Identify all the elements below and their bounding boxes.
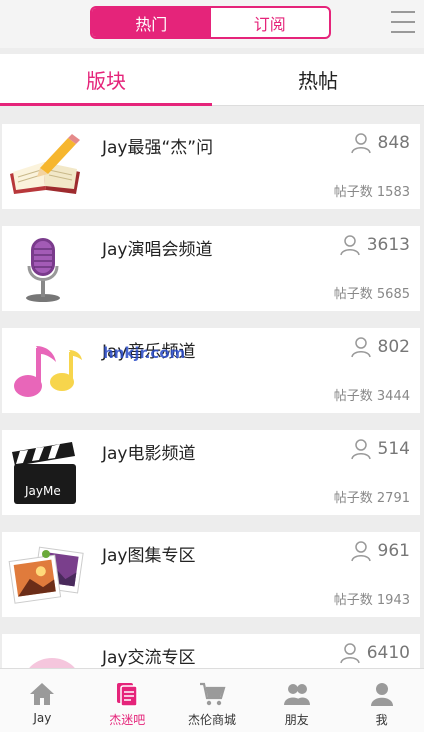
chat-bubble-icon [6, 642, 86, 668]
bottom-nav: Jay 杰迷吧 杰伦商城 朋友 我 [0, 668, 424, 732]
section-tabs: 版块 热帖 [0, 54, 424, 106]
friends-icon [283, 684, 310, 705]
member-count: 848 [350, 132, 410, 154]
watermark: hnkjr.com [103, 344, 186, 362]
hamburger-menu-icon[interactable] [391, 11, 415, 33]
nav-me[interactable]: 我 [339, 669, 424, 732]
cart-icon [199, 682, 226, 706]
forum-title: Jay电影频道 [102, 444, 196, 464]
nav-friends[interactable]: 朋友 [254, 669, 339, 732]
profile-icon [370, 683, 393, 706]
nav-mall[interactable]: 杰伦商城 [170, 669, 255, 732]
post-count: 帖子数 5685 [333, 287, 410, 302]
forum-title: Jay演唱会频道 [102, 240, 213, 260]
forum-title: Jay最强“杰”问 [102, 138, 214, 158]
photos-icon [6, 540, 86, 610]
member-count: 961 [350, 540, 410, 562]
forum-row-exchange[interactable]: Jay交流专区 6410 [2, 634, 420, 668]
forum-row-gallery[interactable]: Jay图集专区 961 帖子数 1943 [2, 532, 420, 617]
forum-row-music[interactable]: Jay音乐频道 802 帖子数 3444 [2, 328, 420, 413]
member-count: 514 [350, 438, 410, 460]
person-icon [339, 235, 360, 256]
post-count: 帖子数 1583 [333, 185, 410, 200]
tab-boards[interactable]: 版块 [0, 54, 212, 106]
forum-row-concert[interactable]: Jay演唱会频道 3613 帖子数 5685 [2, 226, 420, 311]
forum-icon [117, 683, 138, 707]
open-book-pencil-icon [6, 132, 86, 202]
forum-list: Jay最强“杰”问 848 帖子数 1583 Jay演唱会频道 3613 帖子数… [0, 106, 424, 668]
post-count: 帖子数 1943 [333, 593, 410, 608]
clapperboard-icon: JayMe [6, 438, 86, 508]
forum-title: Jay交流专区 [102, 648, 196, 668]
forum-title: Jay图集专区 [102, 546, 196, 566]
feed-switcher: 热门 订阅 [90, 6, 331, 39]
forum-row-qa[interactable]: Jay最强“杰”问 848 帖子数 1583 [2, 124, 420, 209]
person-icon [350, 133, 371, 154]
person-icon [350, 439, 371, 460]
home-icon [30, 683, 55, 705]
tab-hot-posts[interactable]: 热帖 [212, 54, 424, 105]
svg-text:JayMe: JayMe [24, 484, 61, 498]
forum-row-movie[interactable]: JayMe Jay电影频道 514 帖子数 2791 [2, 430, 420, 515]
member-count: 6410 [339, 642, 410, 664]
person-icon [350, 541, 371, 562]
nav-jay[interactable]: Jay [0, 669, 85, 732]
member-count: 802 [350, 336, 410, 358]
member-count: 3613 [339, 234, 410, 256]
post-count: 帖子数 2791 [333, 491, 410, 506]
top-header: 热门 订阅 [0, 0, 424, 48]
tab-hot[interactable]: 热门 [92, 8, 211, 37]
microphone-icon [6, 234, 86, 304]
person-icon [350, 337, 371, 358]
nav-forum[interactable]: 杰迷吧 [85, 669, 170, 732]
music-notes-icon [6, 336, 86, 406]
post-count: 帖子数 3444 [333, 389, 410, 404]
tab-subscribe[interactable]: 订阅 [211, 8, 330, 37]
person-icon [339, 643, 360, 664]
